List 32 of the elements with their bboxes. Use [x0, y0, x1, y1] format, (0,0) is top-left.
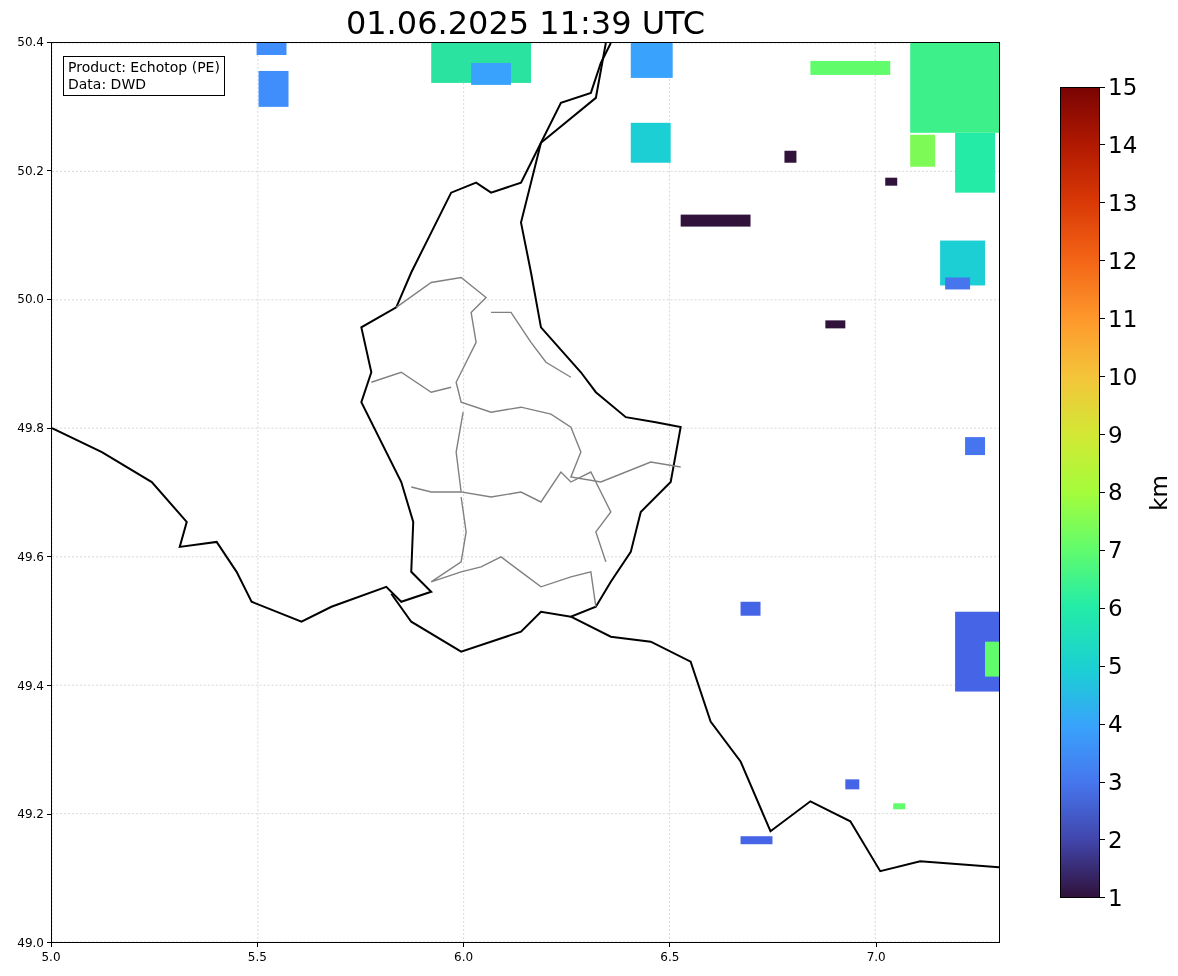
colorbar-tick-label: 3	[1108, 769, 1123, 796]
x-tick-label: 5.5	[247, 950, 267, 964]
y-tick-label: 49.0	[17, 935, 44, 950]
colorbar-tick-label: 2	[1108, 827, 1123, 853]
colorbar-tick-label: 15	[1108, 74, 1138, 100]
colorbar-tick-label: 10	[1108, 363, 1138, 390]
colorbar-tick-label: 14	[1108, 131, 1138, 158]
y-tick-label: 49.6	[17, 549, 44, 564]
colorbar-tick-label: 4	[1108, 711, 1123, 738]
y-tick-label: 50.2	[17, 163, 44, 178]
colorbar-tick-label: 6	[1108, 595, 1123, 622]
colorbar-label: km	[1146, 474, 1173, 511]
x-tick-label: 5.0	[41, 950, 61, 964]
x-tick-label: 7.0	[866, 950, 886, 964]
info-text: Product: Echotop (PE)	[68, 59, 220, 76]
colorbar-tick-label: 8	[1108, 479, 1123, 506]
y-tick-label: 49.2	[17, 807, 44, 822]
colorbar-tick-label: 11	[1108, 305, 1138, 332]
colorbar-tick-label: 9	[1108, 421, 1123, 448]
x-tick-label: 6.5	[660, 950, 680, 964]
y-tick-label: 50.4	[17, 35, 44, 49]
info-text: Data: DWD	[68, 76, 147, 93]
colorbar-tick-label: 1	[1108, 884, 1123, 911]
colorbar-tick-label: 5	[1108, 653, 1123, 680]
x-tick-label: 6.0	[454, 950, 474, 964]
y-tick-label: 50.0	[17, 292, 44, 307]
colorbar-tick-label: 7	[1108, 537, 1123, 564]
y-tick-label: 49.4	[17, 678, 44, 693]
colorbar-tick-label: 13	[1108, 189, 1138, 216]
y-tick-label: 49.8	[17, 421, 44, 436]
chart-title: 01.06.2025 11:39 UTC	[344, 3, 707, 42]
colorbar-tick-label: 12	[1108, 247, 1138, 274]
